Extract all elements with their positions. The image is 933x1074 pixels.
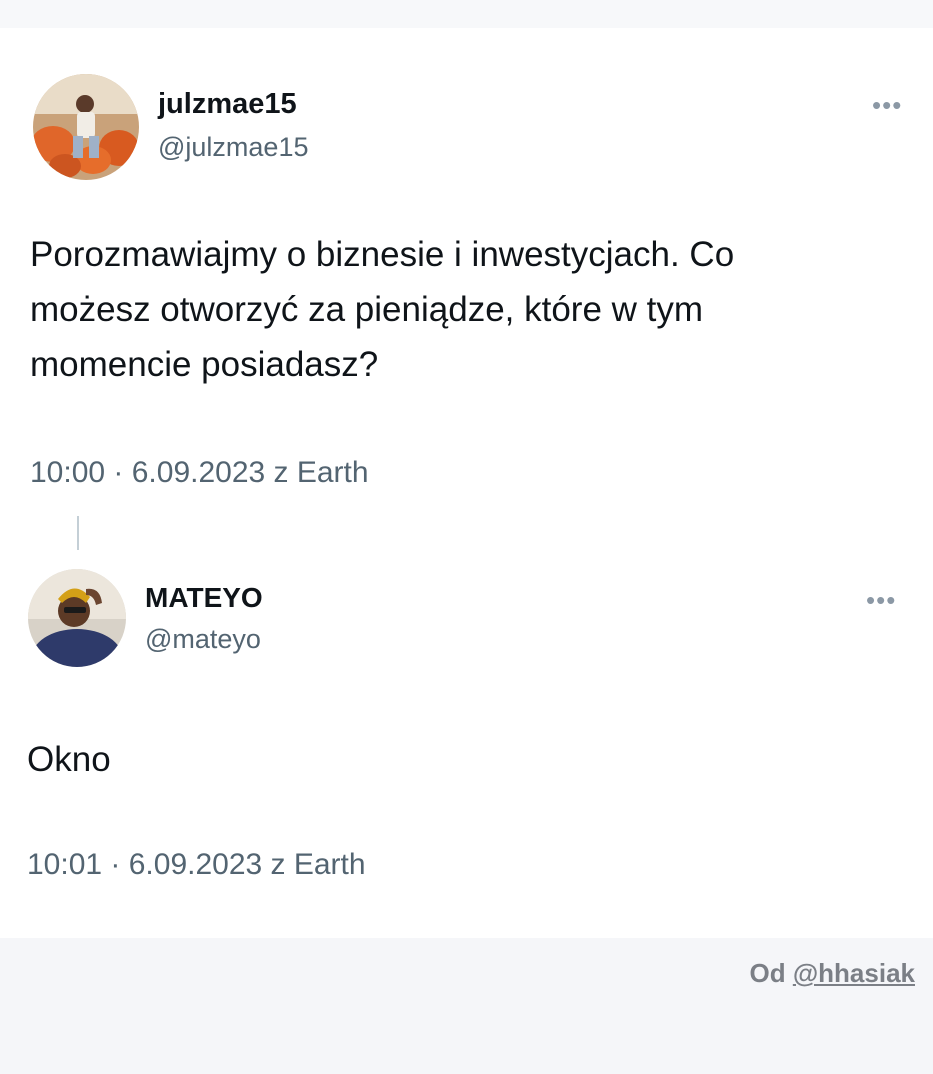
tweet-timestamp[interactable]: 10:00 · 6.09.2023 z Earth — [30, 456, 369, 490]
tweet-text-line: momencie posiadasz? — [30, 345, 379, 384]
tweet-text-line: możesz otworzyć za pieniądze, które w ty… — [30, 290, 704, 329]
tweet-text-line: Porozmawiajmy o biznesie i inwestycjach.… — [30, 235, 735, 274]
tweet-card: julzmae15 @julzmae15 ••• Porozmawiajmy o… — [0, 0, 933, 938]
thread-connector — [77, 516, 79, 550]
display-name[interactable]: julzmae15 — [158, 88, 297, 121]
tweet-text: Okno — [27, 740, 111, 779]
more-options-icon[interactable]: ••• — [872, 92, 902, 118]
user-handle[interactable]: @julzmae15 — [158, 132, 308, 163]
tweet-text: Porozmawiajmy o biznesie i inwestycjach.… — [30, 227, 910, 392]
avatar-mateyo[interactable] — [28, 569, 126, 667]
top-bar — [0, 0, 933, 28]
source-credit: Od @hhasiak — [749, 958, 915, 989]
display-name[interactable]: MATEYO — [145, 582, 263, 614]
tweet-timestamp[interactable]: 10:01 · 6.09.2023 z Earth — [27, 848, 366, 882]
avatar-julzmae15[interactable] — [33, 74, 139, 180]
more-options-icon[interactable]: ••• — [866, 587, 896, 613]
credit-user-link[interactable]: @hhasiak — [793, 958, 915, 988]
credit-prefix: Od — [749, 958, 793, 988]
user-handle[interactable]: @mateyo — [145, 624, 261, 655]
